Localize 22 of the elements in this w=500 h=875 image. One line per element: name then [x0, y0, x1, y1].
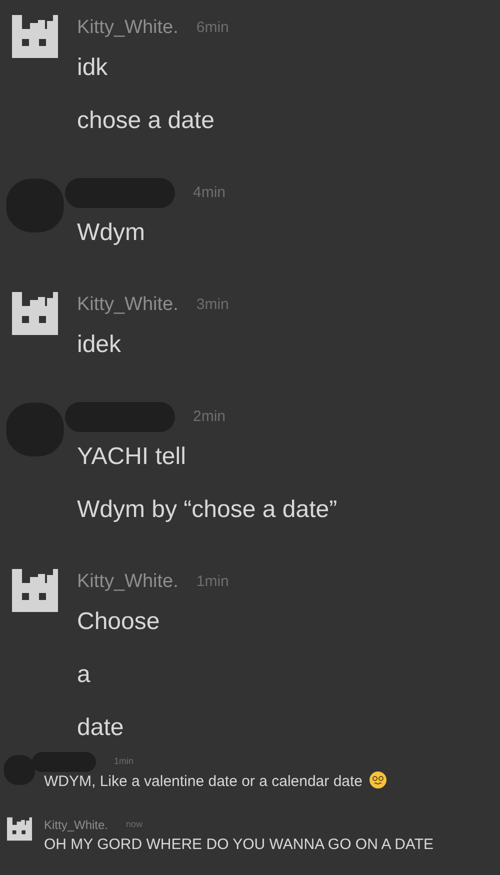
timestamp: 1min	[196, 572, 229, 592]
timestamp: 3min	[196, 294, 229, 315]
timestamp: 6min	[196, 18, 229, 38]
message-text: chose a date	[77, 106, 216, 136]
author-name[interactable]: Kitty_White.	[77, 290, 178, 320]
message-text: YACHI tell	[77, 442, 187, 472]
message-text: Wdym by “chose a date”	[77, 495, 338, 525]
message-text: date	[77, 713, 125, 743]
timestamp: now	[126, 818, 143, 832]
author-name[interactable]: Kitty_White.	[77, 14, 178, 42]
message-text: Wdym	[77, 218, 146, 248]
timestamp: 2min	[193, 406, 226, 427]
timestamp: 4min	[193, 182, 226, 203]
timestamp: 1min	[114, 755, 134, 768]
message-text: idk	[77, 53, 109, 83]
message-text: WDYM, Like a valentine date or a calendar date	[44, 770, 387, 794]
message-text: OH MY GORD WHERE DO YOU WANNA GO ON A DATE	[44, 835, 434, 855]
author-name[interactable]: Kitty_White.	[44, 816, 108, 834]
message-text: a	[77, 660, 92, 690]
message-text: idek	[77, 330, 122, 360]
message-text: Choose	[77, 607, 161, 637]
author-name[interactable]: Kitty_White.	[77, 568, 178, 596]
